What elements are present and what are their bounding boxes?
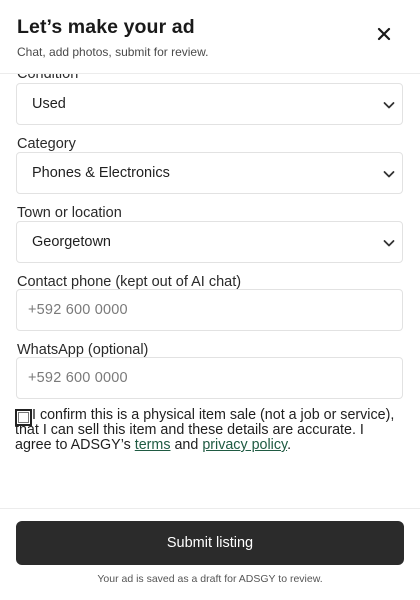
condition-select[interactable]: Used [16,83,403,125]
category-select[interactable]: Phones & Electronics [16,152,403,194]
consent-text-part: and [170,437,203,453]
close-button[interactable] [372,22,396,46]
whatsapp-input[interactable]: +592 600 0000 [16,357,403,399]
consent-text-part: . [287,437,292,453]
modal-header: Let’s make your ad Chat, add photos, sub… [0,0,420,74]
modal-footer: Submit listing Your ad is saved as a dra… [0,508,420,600]
consent-row: I confirm this is a physical item sale (… [15,408,395,453]
phone-placeholder: +592 600 0000 [28,302,128,318]
privacy-policy-link[interactable]: privacy policy [202,437,287,453]
modal-title: Let’s make your ad [17,16,195,38]
consent-text: I confirm this is a physical item sale (… [15,408,395,453]
location-value: Georgetown [32,234,111,250]
close-icon [377,27,391,41]
condition-value: Used [32,96,66,112]
chevron-down-icon [383,171,395,178]
submit-listing-button[interactable]: Submit listing [16,521,404,565]
whatsapp-placeholder: +592 600 0000 [28,370,128,386]
chevron-down-icon [383,240,395,247]
whatsapp-label: WhatsApp (optional) [17,342,149,358]
modal-subtitle: Chat, add photos, submit for review. [17,45,209,59]
consent-checkbox[interactable] [15,409,32,426]
draft-note: Your ad is saved as a draft for ADSGY to… [97,573,323,585]
category-label: Category [17,136,76,152]
location-select[interactable]: Georgetown [16,221,403,263]
condition-label: Condition [17,74,79,82]
phone-label: Contact phone (kept out of AI chat) [17,274,242,290]
terms-link[interactable]: terms [135,437,171,453]
location-label: Town or location [17,205,122,221]
phone-input[interactable]: +592 600 0000 [16,289,403,331]
form-scroll-area[interactable]: Condition Used Category Phones & Electro… [0,74,420,508]
category-value: Phones & Electronics [32,165,170,181]
chevron-down-icon [383,102,395,109]
